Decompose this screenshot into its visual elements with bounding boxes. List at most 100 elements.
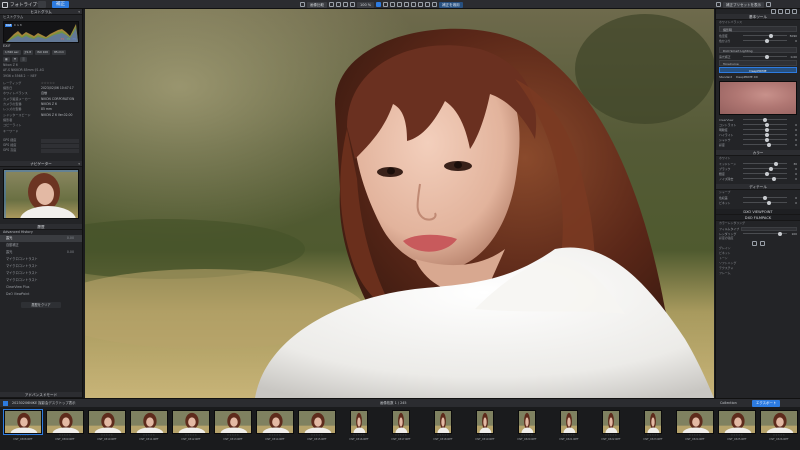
history-item[interactable]: マイクロコントラスト [0,277,82,284]
thumbnail-image [718,410,756,434]
slider-row[interactable]: 彩度 0 [716,142,800,147]
history-item[interactable]: マイクロコントラスト [0,270,82,277]
horizon-icon[interactable] [390,2,396,7]
filmstrip-thumbnail[interactable]: ☆☆☆☆☆ DSF_0309.NEF [46,410,84,446]
presets-icon[interactable] [716,2,721,7]
history-item[interactable]: 露光 0.00 [0,234,82,242]
history-item[interactable]: マイクロコントラスト [0,263,82,270]
loupe-preview[interactable] [719,81,797,115]
compare-button[interactable]: 画像比較 [307,1,327,8]
perspective-icon[interactable] [397,2,403,7]
filmstrip-thumbnail[interactable]: ☆☆☆☆☆ DSF_0316.NEF [340,410,378,446]
filmstrip-thumbnail[interactable]: ☆☆☆☆☆ DSF_0317.NEF [382,410,420,446]
film-preset-icon[interactable] [751,241,757,246]
filmstrip-thumbnail[interactable]: ☆☆☆☆☆ DSF_0313.NEF [214,410,252,446]
masking-icon[interactable] [425,2,431,7]
slider-row[interactable]: ビネット 0 [716,200,800,205]
filmstrip-thumbnail[interactable]: ☆☆☆☆☆ DSF_0310.NEF [88,410,126,446]
filmstrip-thumbnail[interactable]: ☆☆☆☆☆ DSF_0319.NEF [466,410,504,446]
repair-icon[interactable] [411,2,417,7]
collapse-icon[interactable]: ▾ [78,161,80,167]
filmstrip-thumbnail[interactable]: ☆☆☆☆☆ DSF_0312.NEF [172,410,210,446]
history-item[interactable]: DxO ViewPoint [0,291,82,298]
filmstrip-thumbnail[interactable]: ☆☆☆☆☆ DSF_0321.NEF [550,410,588,446]
filmstrip-thumbnail[interactable]: ☆☆☆☆☆ DSF_0308.NEF [3,409,43,446]
navigator-thumbnail[interactable] [3,168,79,219]
grid-view-icon[interactable]: ▦ [3,57,10,62]
thumbnail-filename: DSF_0319.NEF [475,438,495,441]
filmstrip-thumbnail[interactable]: ☆☆☆☆☆ DSF_0322.NEF [592,410,630,446]
local-adjust-icon[interactable] [404,2,410,7]
filmpack-section-header[interactable]: DXO FILMPACK [716,215,800,221]
history-item[interactable]: 露光 0.00 [0,249,82,256]
tab-library[interactable] [38,1,46,8]
gps-field[interactable] [41,143,79,148]
slider-row[interactable]: 露光補正 0.00 [716,54,800,59]
meta-row: キーワード [3,128,19,133]
photo-canvas[interactable] [85,9,714,398]
tone-curve-toggle[interactable]: ToneCurve [719,60,797,66]
film-type-select[interactable] [741,226,797,231]
preview-icon[interactable] [432,2,438,7]
histogram-section-header[interactable]: ヒストグラム ▾ [0,9,82,15]
noise-mode-select[interactable]: DeepPRIME [719,67,797,73]
navigator-preview-image [4,169,78,218]
histogram-chart: RGB R G B 75 75 75 [3,21,79,43]
gps-field[interactable] [41,149,79,154]
detail-section-header[interactable]: ディテール [716,184,800,190]
navigator-section-header[interactable]: ナビゲーター ▾ [0,160,82,167]
thumbnail-filename: DSF_0314.NEF [265,438,285,441]
history-item[interactable]: 自動補正 [0,242,82,249]
basic-tools-header[interactable]: 基本ツール [716,14,800,20]
redeye-icon[interactable] [418,2,424,7]
folder-path[interactable]: 20230206NIKE 撮影会デスクトップ表示 [12,400,76,407]
color-section-header[interactable]: カラー [716,150,800,156]
white-balance-icon[interactable] [383,2,389,7]
gps-field[interactable] [41,138,79,143]
filmstrip-thumbnail[interactable]: ☆☆☆☆☆ DSF_0326.NEF [760,410,798,446]
film-preset-icon[interactable] [759,241,765,246]
undo-icon[interactable] [329,2,334,7]
thumbnail-image [46,410,84,434]
collection-button[interactable]: Collection [720,400,737,407]
slider-row[interactable]: ノイズ除去 0 [716,176,800,181]
redo-icon[interactable] [336,2,341,7]
zoom-select[interactable]: 100 % [357,1,375,8]
hand-tool-icon[interactable] [376,2,382,7]
filmstrip-thumbnail[interactable]: ☆☆☆☆☆ DSF_0318.NEF [424,410,462,446]
thumbnail-filename: DSF_0325.NEF [727,438,747,441]
history-item[interactable]: マイクロコントラスト [0,256,82,263]
rgb-readout: 75 75 75 [61,37,76,41]
info-view-icon[interactable]: ⓘ [20,57,27,62]
filmstrip-thumbnail[interactable]: ☆☆☆☆☆ DSF_0314.NEF [256,410,294,446]
smart-lighting-toggle[interactable]: DxO Smart Lighting [719,47,797,53]
tab-edit[interactable]: 補正 [52,1,69,8]
thumbnail-image [760,410,798,434]
clear-history-button[interactable]: 履歴をクリア [21,301,61,308]
collapse-icon[interactable]: ▾ [78,9,80,15]
filmstrip-thumbnail[interactable]: ☆☆☆☆☆ DSF_0315.NEF [298,410,336,446]
wb-select[interactable]: 撮影時 [719,26,797,32]
list-view-icon[interactable]: ☰ [11,57,19,62]
rotate-icon[interactable] [350,2,355,7]
film-item: フレーム [719,271,731,275]
thumbnail-filename: DSF_0322.NEF [601,438,621,441]
apply-correction-button[interactable]: 補正を適用 [439,1,463,8]
thumbnail-filename: DSF_0310.NEF [97,438,117,441]
export-button[interactable]: エクスポート [752,400,781,407]
filmstrip-thumbnail[interactable]: ☆☆☆☆☆ DSF_0325.NEF [718,410,756,446]
filmstrip-thumbnail[interactable]: ☆☆☆☆☆ DSF_0323.NEF [634,410,672,446]
filmstrip-thumbnail[interactable]: ☆☆☆☆☆ DSF_0311.NEF [130,410,168,446]
crop-icon[interactable] [343,2,348,7]
split-view-icon[interactable] [300,2,305,7]
radio-deepprime-xd[interactable]: DeepPRIME XD [736,75,758,79]
radio-standard[interactable]: Standard [719,75,732,79]
film-select-row[interactable]: フィルムタイプ [716,226,800,231]
filmstrip-thumbnail[interactable]: ☆☆☆☆☆ DSF_0324.NEF [676,410,714,446]
thumbnail-filename: DSF_0324.NEF [685,438,705,441]
settings-icon[interactable] [766,2,771,7]
history-section-header[interactable]: 履歴 [0,223,82,230]
show-presets-button[interactable]: 補正プリセットを表示 [723,1,764,8]
filmstrip-thumbnail[interactable]: ☆☆☆☆☆ DSF_0320.NEF [508,410,546,446]
history-item[interactable]: ClearView Plus [0,284,82,291]
